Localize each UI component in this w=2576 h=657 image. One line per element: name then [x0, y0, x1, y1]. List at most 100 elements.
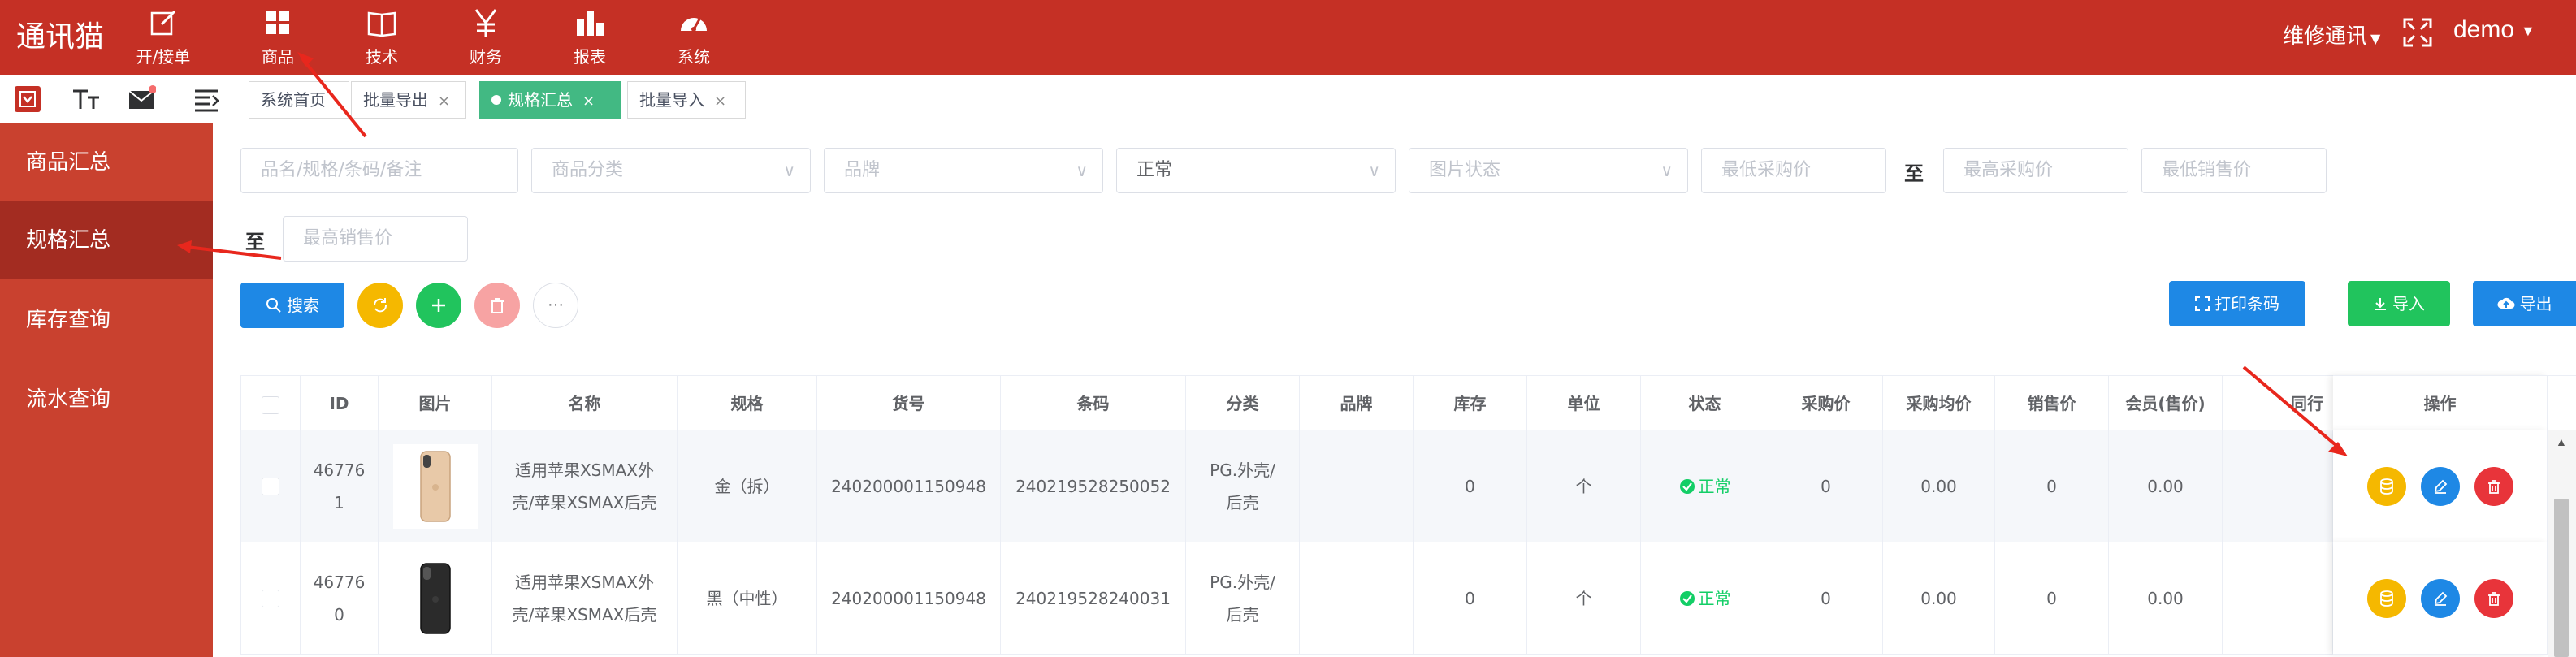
- status-select[interactable]: 正常 ∨: [1116, 148, 1396, 193]
- stock-cell: 0: [1414, 430, 1527, 542]
- add-button[interactable]: [416, 283, 461, 328]
- column-header: 规格: [678, 375, 817, 430]
- id-part: 46776: [313, 460, 366, 480]
- product-image[interactable]: [392, 555, 478, 641]
- repair-menu-label: 维修通讯: [2283, 24, 2368, 49]
- id-part: 46776: [313, 572, 366, 592]
- search-button[interactable]: 搜索: [240, 283, 344, 328]
- yen-icon: [474, 9, 497, 37]
- phone-back-image: [419, 450, 451, 522]
- row-checkbox[interactable]: [262, 589, 279, 607]
- delete-row-button[interactable]: [2474, 466, 2513, 506]
- column-header: 采购价: [1769, 375, 1883, 430]
- import-button[interactable]: 导入: [2348, 281, 2450, 326]
- category-line: PG.外壳/: [1210, 572, 1275, 592]
- book-icon: [367, 11, 396, 37]
- column-header: 条码: [1001, 375, 1186, 430]
- topnav-goods[interactable]: 商品: [233, 6, 323, 71]
- delete-row-button[interactable]: [2474, 578, 2513, 618]
- topnav-report-label: 报表: [574, 47, 606, 67]
- topnav-tech[interactable]: 技术: [337, 6, 426, 71]
- mail-icon[interactable]: [127, 84, 156, 114]
- edit-button[interactable]: [2420, 578, 2460, 618]
- sidebar-item-goods-summary[interactable]: 商品汇总: [0, 123, 213, 201]
- edit-icon: [2434, 591, 2447, 606]
- tab-home-label: 系统首页: [261, 90, 326, 110]
- sidebar-item-spec-summary[interactable]: 规格汇总: [0, 201, 213, 279]
- close-icon[interactable]: ×: [582, 93, 595, 110]
- vertical-scrollbar[interactable]: ▲: [2548, 430, 2576, 657]
- sidebar-item-flow-query[interactable]: 流水查询: [0, 361, 213, 439]
- spec-cell: 黑（中性）: [678, 542, 817, 655]
- keyword-input[interactable]: 品名/规格/条码/备注: [240, 148, 518, 193]
- user-menu[interactable]: demo ▼: [2453, 16, 2535, 44]
- topnav-finance[interactable]: 财务: [441, 6, 530, 71]
- menu-indent-icon[interactable]: [192, 84, 221, 114]
- spec-table: ID 图片 名称 规格 货号 条码 分类 品牌 库存 单位 状态 采购价 采购均…: [240, 375, 2576, 657]
- category-line: 后壳: [1226, 604, 1259, 625]
- stock-button[interactable]: [2366, 578, 2406, 618]
- scrollbar-thumb[interactable]: [2554, 499, 2569, 657]
- id-cell: 46776 1: [301, 430, 379, 542]
- barcode-cell: 240219528250052: [1001, 430, 1186, 542]
- product-image[interactable]: [392, 443, 478, 529]
- topnav-report[interactable]: 报表: [545, 6, 634, 71]
- sku-cell: 240200001150948: [817, 542, 1001, 655]
- cloud-upload-icon: [2496, 297, 2514, 309]
- brand-select[interactable]: 品牌 ∨: [824, 148, 1103, 193]
- sale-cell: 0: [1995, 542, 2109, 655]
- name-line: 适用苹果XSMAX外: [514, 460, 655, 480]
- category-select[interactable]: 商品分类 ∨: [531, 148, 811, 193]
- font-size-icon[interactable]: [71, 84, 101, 114]
- chevron-down-icon: ∨: [1660, 161, 1673, 180]
- member-price-cell: 0.00: [2109, 430, 2223, 542]
- export-label: 导出: [2519, 294, 2552, 313]
- fullscreen-icon[interactable]: [2403, 18, 2432, 47]
- close-icon[interactable]: ×: [438, 93, 450, 110]
- select-all-checkbox[interactable]: [262, 395, 279, 414]
- chevron-down-icon: ∨: [1076, 161, 1088, 180]
- image-status-select[interactable]: 图片状态 ∨: [1409, 148, 1688, 193]
- sidebar-item-stock-query[interactable]: 库存查询: [0, 281, 213, 359]
- column-header: 状态: [1641, 375, 1769, 430]
- max-purchase-input[interactable]: 最高采购价: [1943, 148, 2128, 193]
- download-icon: [2375, 298, 2386, 310]
- repair-menu[interactable]: 维修通讯 ▼: [2283, 19, 2380, 50]
- min-sale-input[interactable]: 最低销售价: [2141, 148, 2327, 193]
- sku-cell: 240200001150948: [817, 430, 1001, 542]
- min-purchase-input[interactable]: 最低采购价: [1701, 148, 1886, 193]
- tab-batch-import[interactable]: 批量导入 ×: [627, 81, 746, 119]
- column-header: 名称: [492, 375, 678, 430]
- print-barcode-button[interactable]: 打印条码: [2169, 281, 2305, 326]
- unit-cell: 个: [1527, 430, 1641, 542]
- stock-button[interactable]: [2366, 466, 2406, 506]
- refresh-button[interactable]: [357, 283, 403, 328]
- collapse-menu-icon[interactable]: [15, 86, 41, 112]
- id-part: 1: [334, 492, 344, 512]
- row-select-cell: [240, 430, 301, 542]
- topnav-order[interactable]: 开/接单: [119, 6, 208, 71]
- column-header: 品牌: [1300, 375, 1414, 430]
- column-header: 操作: [2333, 375, 2548, 430]
- column-header: 图片: [379, 375, 492, 430]
- edit-button[interactable]: [2420, 466, 2460, 506]
- close-icon[interactable]: ×: [714, 93, 726, 110]
- row-checkbox[interactable]: [262, 477, 279, 495]
- row-select-cell: [240, 542, 301, 655]
- trash-icon: [2487, 479, 2500, 494]
- topnav-system[interactable]: 系统: [649, 6, 738, 71]
- chevron-down-icon: ∨: [783, 161, 795, 180]
- max-sale-input[interactable]: 最高销售价: [283, 216, 468, 262]
- database-icon: [2379, 478, 2393, 495]
- tab-bar: 系统首页 批量导出 × 规格汇总 × 批量导入 ×: [0, 75, 2576, 123]
- export-button[interactable]: 导出: [2473, 281, 2576, 326]
- more-button[interactable]: ···: [533, 283, 578, 328]
- status-text: 正常: [1698, 588, 1731, 608]
- status-cell: 正常: [1641, 430, 1769, 542]
- tab-home[interactable]: 系统首页: [249, 81, 349, 119]
- brand-cell: [1300, 430, 1414, 542]
- delete-button[interactable]: [474, 283, 520, 328]
- tab-batch-export[interactable]: 批量导出 ×: [351, 81, 466, 119]
- tab-spec-summary[interactable]: 规格汇总 ×: [479, 81, 621, 119]
- scroll-up-icon[interactable]: ▲: [2556, 435, 2567, 448]
